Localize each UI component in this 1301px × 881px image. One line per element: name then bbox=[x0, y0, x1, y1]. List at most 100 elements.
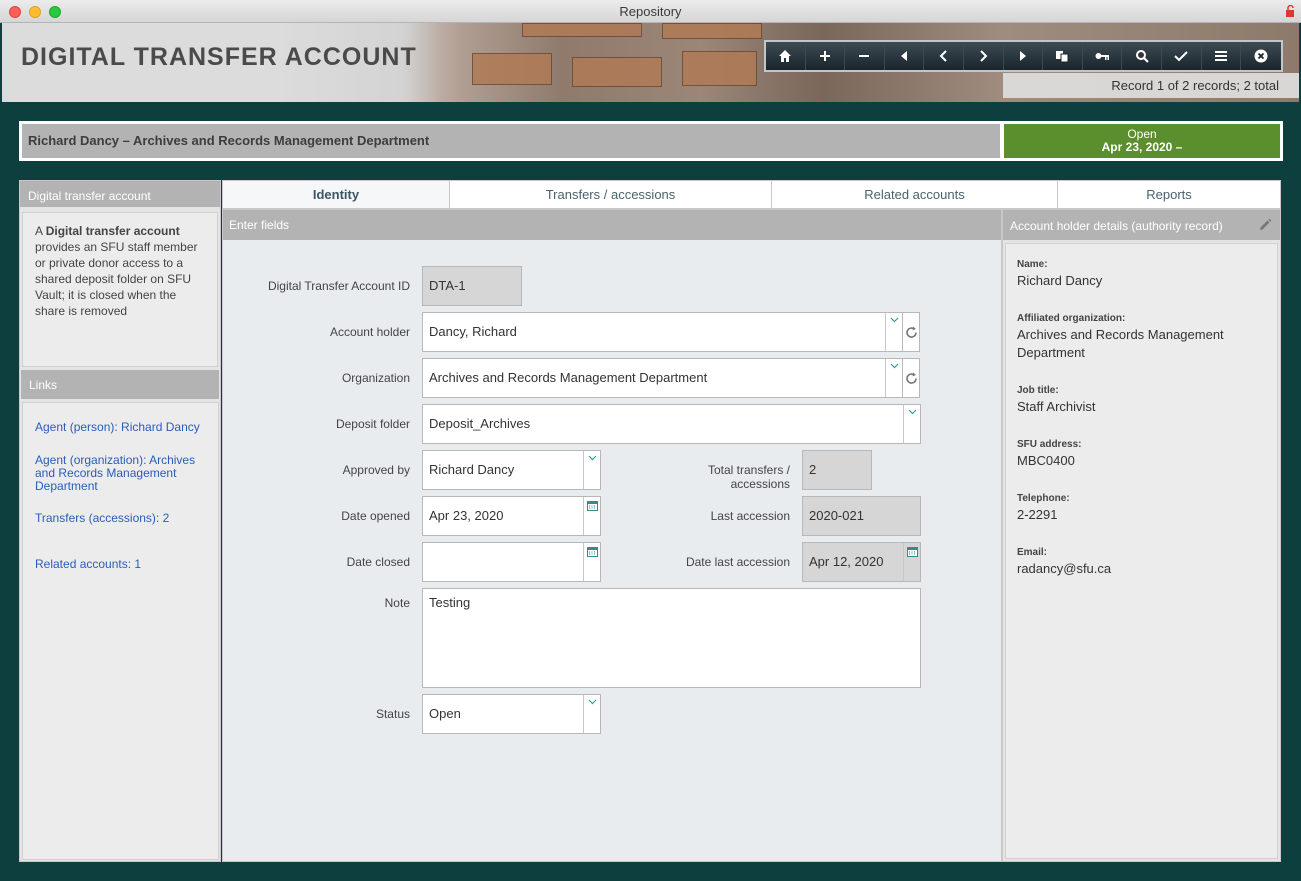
header: DIGITAL TRANSFER ACCOUNT Record 1 of 2 r… bbox=[2, 23, 1299, 102]
total-transfers-field[interactable]: 2 bbox=[802, 450, 872, 490]
account-holder-label: Account holder bbox=[329, 325, 410, 339]
organization-value: Archives and Records Management Departme… bbox=[429, 370, 708, 385]
unlocked-icon bbox=[1286, 5, 1294, 17]
home-button[interactable] bbox=[766, 42, 806, 70]
tab-identity[interactable]: Identity bbox=[223, 181, 450, 208]
note-field[interactable]: Testing bbox=[422, 588, 921, 688]
status-badge: Open Apr 23, 2020 – bbox=[1004, 124, 1280, 158]
description-text: A bbox=[35, 224, 46, 238]
first-record-button[interactable] bbox=[884, 42, 925, 70]
address-label: SFU address: bbox=[1017, 439, 1082, 450]
deposit-folder-dropdown[interactable] bbox=[903, 405, 920, 443]
approved-by-field[interactable]: Richard Dancy bbox=[422, 450, 601, 490]
link-related-accounts[interactable]: Related accounts: 1 bbox=[35, 558, 213, 571]
account-id-field[interactable]: DTA-1 bbox=[422, 266, 522, 306]
zoom-window-button[interactable] bbox=[49, 6, 61, 18]
chevron-down-icon bbox=[890, 363, 898, 369]
duplicate-icon bbox=[1056, 51, 1069, 63]
date-closed-calendar[interactable] bbox=[583, 543, 600, 581]
tab-transfers[interactable]: Transfers / accessions bbox=[450, 181, 772, 208]
date-closed-field[interactable] bbox=[422, 542, 601, 582]
tab-related-accounts[interactable]: Related accounts bbox=[772, 181, 1058, 208]
record-title: Richard Dancy – Archives and Records Man… bbox=[22, 124, 1000, 158]
organization-refresh[interactable] bbox=[902, 358, 920, 398]
account-id-label: Digital Transfer Account ID bbox=[267, 279, 410, 293]
main-form: Enter fields Digital Transfer Account ID… bbox=[222, 209, 1002, 862]
previous-record-icon bbox=[939, 50, 947, 62]
close-window-button[interactable] bbox=[9, 6, 21, 18]
left-panel-title: Digital transfer account bbox=[20, 181, 220, 210]
org-value: Archives and Records Management Departme… bbox=[1017, 327, 1224, 360]
date-opened-value: Apr 23, 2020 bbox=[429, 508, 504, 523]
authority-panel: Account holder details (authority record… bbox=[1002, 209, 1281, 862]
navigation-toolbar bbox=[764, 40, 1283, 72]
last-record-button[interactable] bbox=[1003, 42, 1044, 70]
window-titlebar: Repository bbox=[0, 0, 1301, 23]
tab-reports[interactable]: Reports bbox=[1058, 181, 1280, 208]
previous-record-button[interactable] bbox=[924, 42, 964, 70]
link-agent-person[interactable]: Agent (person): Richard Dancy bbox=[35, 421, 213, 434]
links-list: Agent (person): Richard Dancy Agent (org… bbox=[22, 402, 219, 860]
account-holder-value: Dancy, Richard bbox=[429, 324, 517, 339]
link-agent-organization[interactable]: Agent (organization): Archives and Recor… bbox=[35, 454, 213, 493]
close-button[interactable] bbox=[1241, 42, 1281, 70]
name-label: Name: bbox=[1017, 259, 1048, 270]
link-transfers[interactable]: Transfers (accessions): 2 bbox=[35, 512, 213, 525]
last-record-icon bbox=[1019, 51, 1026, 61]
authority-panel-header: Account holder details (authority record… bbox=[1003, 210, 1280, 240]
organization-dropdown[interactable] bbox=[885, 359, 902, 397]
date-range: Apr 23, 2020 – bbox=[1101, 140, 1183, 154]
account-holder-field[interactable]: Dancy, Richard bbox=[422, 312, 903, 352]
links-title: Links bbox=[21, 370, 219, 399]
date-last-accession-calendar[interactable] bbox=[903, 543, 920, 581]
account-holder-dropdown[interactable] bbox=[885, 313, 902, 351]
description: A Digital transfer account provides an S… bbox=[22, 212, 218, 367]
account-holder-refresh[interactable] bbox=[902, 312, 920, 352]
authority-panel-title: Account holder details (authority record… bbox=[1010, 219, 1223, 233]
date-last-accession-field[interactable]: Apr 12, 2020 bbox=[802, 542, 921, 582]
next-record-button[interactable] bbox=[963, 42, 1004, 70]
delete-record-button[interactable] bbox=[845, 42, 885, 70]
section-title: Enter fields bbox=[223, 210, 1001, 240]
approved-by-dropdown[interactable] bbox=[583, 451, 600, 489]
email-value[interactable]: radancy@sfu.ca bbox=[1017, 560, 1267, 578]
address-value: MBC0400 bbox=[1017, 453, 1075, 468]
minimize-window-button[interactable] bbox=[29, 6, 41, 18]
approved-by-value: Richard Dancy bbox=[429, 462, 515, 477]
menu-button[interactable] bbox=[1201, 42, 1242, 70]
email-label: Email: bbox=[1017, 547, 1048, 558]
edit-pencil-icon[interactable] bbox=[1258, 218, 1272, 232]
deposit-folder-value: Deposit_Archives bbox=[429, 416, 531, 431]
authority-details: Name: Richard Dancy Affiliated organizat… bbox=[1005, 243, 1278, 859]
status-field[interactable]: Open bbox=[422, 694, 601, 734]
new-record-button[interactable] bbox=[805, 42, 846, 70]
refresh-icon bbox=[905, 326, 917, 338]
chevron-down-icon bbox=[588, 455, 596, 461]
organization-field[interactable]: Archives and Records Management Departme… bbox=[422, 358, 903, 398]
status-label: Status bbox=[375, 707, 410, 721]
minus-icon bbox=[859, 55, 870, 57]
job-title-value: Staff Archivist bbox=[1017, 399, 1096, 414]
chevron-down-icon bbox=[908, 409, 916, 415]
deposit-folder-label: Deposit folder bbox=[335, 417, 410, 431]
date-opened-label: Date opened bbox=[341, 509, 410, 523]
commit-button[interactable] bbox=[1161, 42, 1202, 70]
date-opened-field[interactable]: Apr 23, 2020 bbox=[422, 496, 601, 536]
name-value: Richard Dancy bbox=[1017, 273, 1103, 288]
app-title: DIGITAL TRANSFER ACCOUNT bbox=[21, 43, 417, 71]
description-term: Digital transfer account bbox=[45, 224, 180, 238]
status-dropdown[interactable] bbox=[583, 695, 600, 733]
org-label: Affiliated organization: bbox=[1017, 313, 1126, 324]
telephone-label: Telephone: bbox=[1017, 493, 1070, 504]
description-text: provides an SFU staff member or private … bbox=[35, 240, 198, 318]
total-transfers-label: Total transfers / accessions bbox=[707, 463, 790, 491]
duplicate-button[interactable] bbox=[1043, 42, 1083, 70]
telephone-value: 2-2291 bbox=[1017, 507, 1058, 522]
search-button[interactable] bbox=[1122, 42, 1162, 70]
date-opened-calendar[interactable] bbox=[583, 497, 600, 535]
status-value: Open bbox=[429, 706, 461, 721]
note-label: Note bbox=[384, 596, 410, 610]
last-accession-field[interactable]: 2020-021 bbox=[802, 496, 921, 536]
deposit-folder-field[interactable]: Deposit_Archives bbox=[422, 404, 921, 444]
key-button[interactable] bbox=[1082, 42, 1123, 70]
